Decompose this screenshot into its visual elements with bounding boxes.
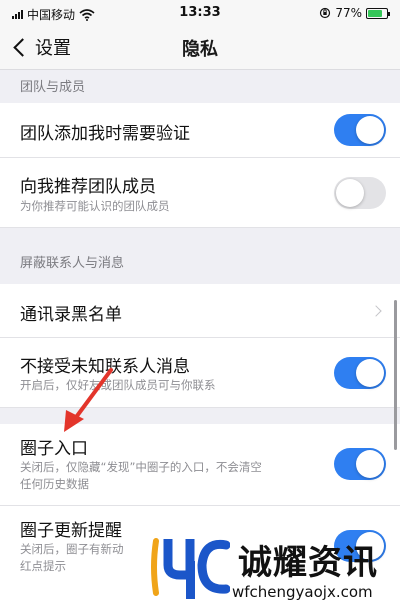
watermark: 诚耀资讯 wfchengyaojx.com <box>150 527 400 609</box>
watermark-url: wfchengyaojx.com <box>232 583 373 601</box>
brand-logo-icon <box>151 538 230 599</box>
watermark-text: 诚耀资讯 <box>238 543 378 583</box>
red-arrow-annotation <box>64 368 113 432</box>
